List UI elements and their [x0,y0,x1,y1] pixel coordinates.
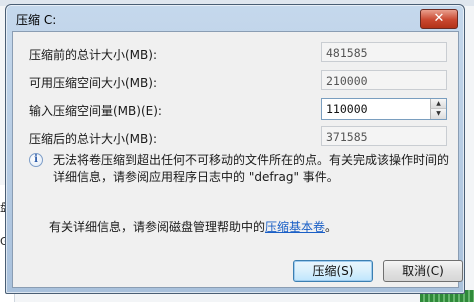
total-before-row: 压缩前的总计大小(MB): 481585 [29,42,449,64]
close-button[interactable]: ✕ [420,9,458,29]
shrink-amount-row: 输入压缩空间量(MB)(E): ▲ ▼ [29,98,449,120]
cancel-button[interactable]: 取消(C) [383,260,463,282]
available-space-label: 可用压缩空间大小(MB): [29,76,157,90]
info-text: 无法将卷压缩到超出任何不可移动的文件所在的点。有关完成该操作时间的详细信息，请参… [53,153,450,184]
available-space-row: 可用压缩空间大小(MB): 210000 [29,70,449,92]
total-after-row: 压缩后的总计大小(MB): 371585 [29,126,449,148]
total-after-value: 371585 [321,126,447,146]
help-suffix: 。 [325,220,338,234]
dialog-body: 压缩前的总计大小(MB): 481585 可用压缩空间大小(MB): 21000… [12,31,463,288]
spin-up-icon[interactable]: ▲ [430,99,446,109]
shrink-amount-label: 输入压缩空间量(MB)(E): [29,104,162,118]
close-icon: ✕ [433,11,445,26]
help-link[interactable]: 压缩基本卷 [265,220,325,234]
shrink-amount-stepper[interactable]: ▲ ▼ [321,98,447,120]
help-prefix: 有关详细信息，请参阅磁盘管理帮助中的 [49,220,266,234]
info-icon: i [29,153,43,167]
total-before-label: 压缩前的总计大小(MB): [29,48,157,62]
available-space-value: 210000 [321,70,447,90]
shrink-amount-input[interactable] [322,99,430,119]
help-line: 有关详细信息，请参阅磁盘管理帮助中的压缩基本卷。 [49,218,337,235]
shrink-volume-dialog: 压缩 C: ✕ 压缩前的总计大小(MB): 481585 可用压缩空间大小(MB… [5,4,465,294]
dialog-title: 压缩 C: [16,13,57,27]
dialog-titlebar[interactable]: 压缩 C: ✕ [6,5,464,31]
spin-down-icon[interactable]: ▼ [430,109,446,119]
stepper-buttons: ▲ ▼ [430,99,446,119]
total-before-value: 481585 [321,42,447,62]
total-after-label: 压缩后的总计大小(MB): [29,132,157,146]
compress-button[interactable]: 压缩(S) [293,260,373,282]
